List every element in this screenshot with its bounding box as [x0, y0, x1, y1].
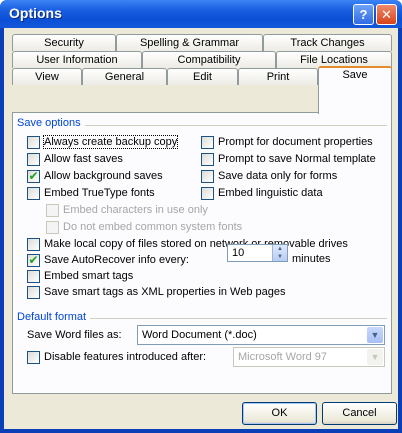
tab-security[interactable]: Security	[12, 34, 116, 51]
checkbox-label: Embed linguistic data	[218, 187, 323, 199]
checkbox-make-local-copy[interactable]: Make local copy of files stored on netwo…	[27, 237, 348, 251]
dialog-client-area: Security Spelling & Grammar Track Change…	[4, 28, 398, 429]
save-tab-panel: Save options Always create backup copy A…	[12, 112, 392, 394]
cancel-button[interactable]: Cancel	[322, 402, 397, 425]
autorecover-unit-label: minutes	[292, 253, 331, 265]
checkbox-box[interactable]	[201, 152, 214, 166]
checkbox-label: Allow background saves	[44, 170, 163, 182]
checkbox-label: Embed smart tags	[44, 270, 134, 282]
tab-compatibility[interactable]: Compatibility	[142, 51, 276, 68]
save-word-files-label: Save Word files as:	[27, 329, 122, 341]
checkbox-embed-truetype-fonts[interactable]: Embed TrueType fonts	[27, 186, 155, 200]
checkbox-box[interactable]	[27, 269, 40, 283]
checkbox-prompt-save-normal[interactable]: Prompt to save Normal template	[201, 152, 376, 166]
tab-edit[interactable]: Edit	[167, 68, 238, 85]
checkbox-label: Embed TrueType fonts	[44, 187, 155, 199]
checkbox-save-smart-tags-xml[interactable]: Save smart tags as XML properties in Web…	[27, 285, 286, 299]
save-word-files-value: Word Document (*.doc)	[142, 329, 257, 341]
checkbox-box[interactable]	[201, 135, 214, 149]
checkbox-box[interactable]	[27, 186, 40, 200]
tab-general[interactable]: General	[82, 68, 167, 85]
title-bar[interactable]: Options ? ✕	[0, 0, 402, 28]
options-dialog: Options ? ✕ Security Spelling & Grammar …	[0, 0, 402, 433]
save-word-files-dropdown[interactable]: Word Document (*.doc) ▼	[137, 325, 385, 345]
checkbox-label: Disable features introduced after:	[44, 351, 207, 363]
spin-down-icon[interactable]: ▼	[277, 254, 283, 260]
tab-track-changes[interactable]: Track Changes	[263, 34, 392, 51]
checkmark-icon[interactable]: ✔	[27, 169, 40, 183]
checkbox-box[interactable]	[27, 285, 40, 299]
close-icon[interactable]: ✕	[376, 4, 397, 25]
chevron-down-icon[interactable]: ▼	[367, 327, 383, 343]
checkbox-label: Save data only for forms	[218, 170, 338, 182]
checkbox-allow-background-saves[interactable]: ✔ Allow background saves	[27, 169, 163, 183]
tab-print[interactable]: Print	[238, 68, 318, 85]
checkbox-embed-linguistic-data[interactable]: Embed linguistic data	[201, 186, 323, 200]
save-options-group-label: Save options	[17, 117, 85, 129]
checkbox-label: Prompt to save Normal template	[218, 153, 376, 165]
checkbox-label: Embed characters in use only	[63, 204, 208, 216]
checkbox-box[interactable]	[27, 135, 40, 149]
checkbox-save-autorecover[interactable]: ✔ Save AutoRecover info every:	[27, 253, 189, 267]
checkbox-label: Allow fast saves	[44, 153, 123, 165]
spinner-buttons[interactable]: ▲ ▼	[272, 245, 287, 261]
checkbox-label: Do not embed common system fonts	[63, 221, 243, 233]
checkbox-do-not-embed-system-fonts[interactable]: Do not embed common system fonts	[46, 220, 242, 234]
checkbox-allow-fast-saves[interactable]: Allow fast saves	[27, 152, 123, 166]
tab-view[interactable]: View	[12, 68, 82, 85]
dialog-title: Options	[9, 5, 62, 21]
spin-up-icon[interactable]: ▲	[277, 246, 283, 252]
checkbox-label: Save AutoRecover info every:	[44, 254, 189, 266]
checkbox-box[interactable]	[46, 220, 59, 234]
disable-features-value: Microsoft Word 97	[238, 351, 328, 363]
checkbox-box[interactable]	[201, 169, 214, 183]
checkmark-icon[interactable]: ✔	[27, 253, 40, 267]
checkbox-box[interactable]	[27, 237, 40, 251]
checkbox-always-create-backup[interactable]: Always create backup copy	[27, 135, 179, 149]
tab-spelling-grammar[interactable]: Spelling & Grammar	[116, 34, 263, 51]
checkbox-label: Prompt for document properties	[218, 136, 373, 148]
checkbox-prompt-document-properties[interactable]: Prompt for document properties	[201, 135, 373, 149]
checkbox-box[interactable]	[27, 350, 40, 364]
checkbox-label: Make local copy of files stored on netwo…	[44, 238, 348, 250]
autorecover-minutes-input[interactable]: 10 ▲ ▼	[227, 244, 288, 262]
checkbox-label: Always create backup copy	[42, 135, 179, 149]
autorecover-minutes-value: 10	[232, 247, 245, 259]
checkbox-embed-characters-in-use[interactable]: Embed characters in use only	[46, 203, 208, 217]
checkbox-box[interactable]	[46, 203, 59, 217]
checkbox-box[interactable]	[27, 152, 40, 166]
checkbox-save-data-only-forms[interactable]: Save data only for forms	[201, 169, 337, 183]
checkbox-disable-features[interactable]: Disable features introduced after:	[27, 350, 206, 364]
ok-button[interactable]: OK	[242, 402, 317, 425]
checkbox-embed-smart-tags[interactable]: Embed smart tags	[27, 269, 133, 283]
chevron-down-icon[interactable]: ▼	[367, 349, 383, 365]
checkbox-label: Save smart tags as XML properties in Web…	[44, 286, 286, 298]
tab-user-information[interactable]: User Information	[12, 51, 142, 68]
help-icon[interactable]: ?	[353, 4, 374, 25]
tab-save[interactable]: Save	[318, 66, 392, 114]
disable-features-dropdown[interactable]: Microsoft Word 97 ▼	[233, 347, 385, 367]
checkbox-box[interactable]	[201, 186, 214, 200]
default-format-group-label: Default format	[17, 311, 91, 323]
